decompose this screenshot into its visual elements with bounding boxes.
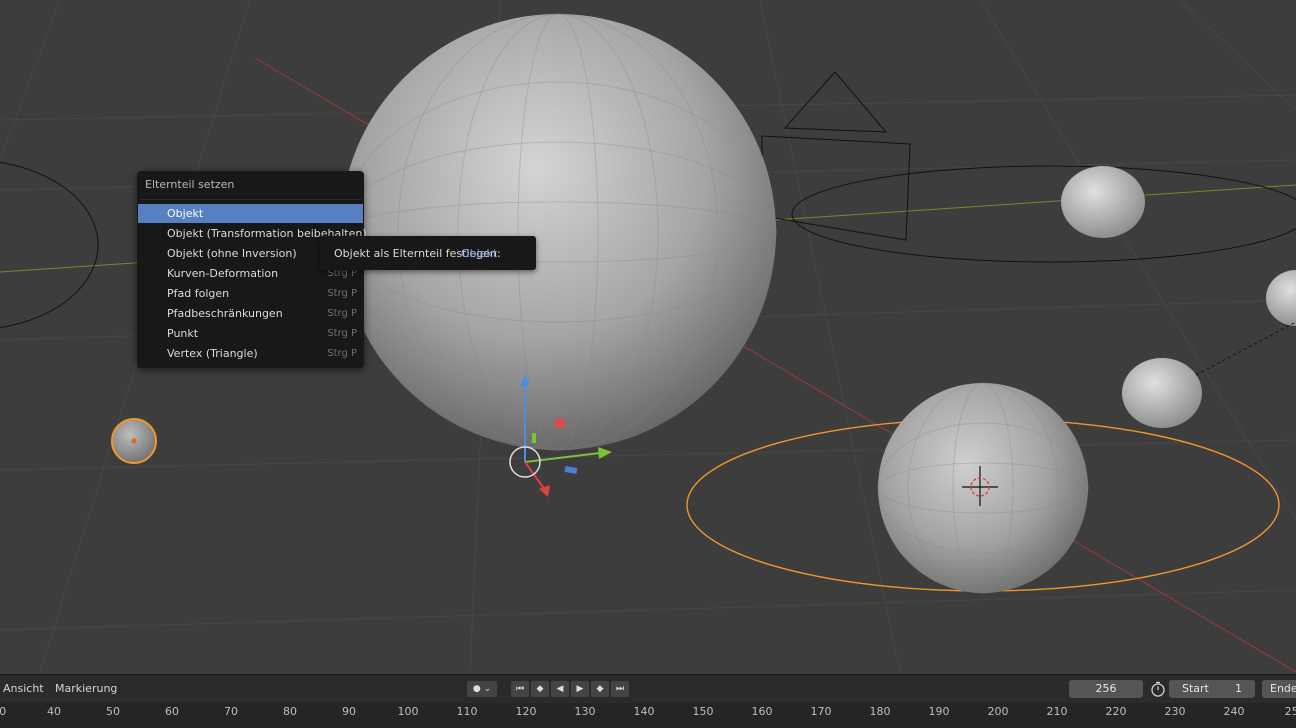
menu-separator (139, 199, 362, 200)
menu-item-shortcut: Strg P (327, 288, 357, 299)
menu-item-follow-path[interactable]: Pfad folgen Strg P (138, 284, 363, 303)
menu-item-label: Kurven-Deformation (167, 267, 279, 280)
menu-item-label: Pfadbeschränkungen (167, 307, 283, 320)
menu-item-label: Vertex (Triangle) (167, 347, 258, 360)
record-button[interactable]: ● ⌄ (467, 681, 497, 697)
jump-end-button[interactable]: ⏭ (611, 681, 629, 697)
medium-sphere (878, 383, 1088, 593)
tooltip-value: Objekt (461, 247, 498, 260)
ruler-tick-label: 80 (283, 705, 297, 718)
small-sphere-2 (1122, 358, 1202, 428)
ruler-tick-label: 220 (1105, 705, 1127, 718)
ruler-tick-label: 140 (633, 705, 655, 718)
ruler-tick-label: 120 (515, 705, 537, 718)
menu-title: Elternteil setzen (145, 178, 235, 191)
start-frame-field[interactable]: Start 1 (1169, 680, 1255, 698)
ruler-tick-label: 60 (165, 705, 179, 718)
menu-item-label: Objekt (ohne Inversion) (167, 247, 297, 260)
ruler-tick-label: 180 (869, 705, 891, 718)
jump-end-icon: ⏭ (615, 684, 625, 694)
menu-item-label: Pfad folgen (167, 287, 230, 300)
ruler-tick-label: 40 (47, 705, 61, 718)
ruler-tick-label: 110 (456, 705, 478, 718)
ruler-tick-label: 170 (810, 705, 832, 718)
ruler-tick-label: 30 (0, 705, 7, 718)
ruler-tick-label: 70 (224, 705, 238, 718)
jump-start-icon: ⏮ (515, 684, 525, 694)
ruler-tick-label: 250 (1284, 705, 1296, 718)
play-icon: ▶ (576, 684, 584, 694)
next-keyframe-icon: ◆ (596, 684, 604, 694)
menu-item-shortcut: Strg P (327, 308, 357, 319)
next-keyframe-button[interactable]: ◆ (591, 681, 609, 697)
play-reverse-icon: ◀ (556, 684, 564, 694)
small-sphere-1 (1061, 166, 1145, 238)
current-frame-field[interactable]: 256 (1069, 680, 1143, 698)
ruler-tick-label: 240 (1223, 705, 1245, 718)
play-button[interactable]: ▶ (571, 681, 589, 697)
ruler-tick-label: 200 (987, 705, 1009, 718)
prev-keyframe-icon: ◆ (536, 684, 544, 694)
end-frame-field[interactable]: Ende (1262, 680, 1296, 698)
ruler-tick-label: 210 (1046, 705, 1068, 718)
prev-keyframe-button[interactable]: ◆ (531, 681, 549, 697)
start-value: 1 (1235, 682, 1242, 695)
clock-icon[interactable] (1150, 681, 1166, 697)
menu-item-shortcut: Strg P (327, 348, 357, 359)
record-icon: ● ⌄ (472, 684, 492, 694)
menu-item-vertex-triangle[interactable]: Vertex (Triangle) Strg P (138, 344, 363, 363)
ruler-tick-label: 160 (751, 705, 773, 718)
timeline-header: Ansicht Markierung ● ⌄ ⏮ ◆ ◀ ▶ ◆ ⏭ 256 S… (0, 674, 1296, 703)
ruler-tick-label: 190 (928, 705, 950, 718)
ruler-tick-label: 100 (397, 705, 419, 718)
jump-start-button[interactable]: ⏮ (511, 681, 529, 697)
start-label: Start (1182, 682, 1209, 695)
menu-item-object[interactable]: Objekt (138, 204, 363, 223)
menu-item-label: Punkt (167, 327, 199, 340)
play-reverse-button[interactable]: ◀ (551, 681, 569, 697)
large-sphere (340, 14, 776, 450)
menu-item-point[interactable]: Punkt Strg P (138, 324, 363, 343)
ruler-tick-label: 50 (106, 705, 120, 718)
marker-menu[interactable]: Markierung (55, 682, 117, 695)
ruler-tick-label: 130 (574, 705, 596, 718)
timeline-ruler[interactable]: 30 40 50 60 70 80 90 100 110 120 130 140 150 160 170 18… (0, 703, 1296, 728)
menu-item-shortcut: Strg P (327, 328, 357, 339)
menu-item-label: Objekt (167, 207, 204, 220)
end-label: Ende (1270, 682, 1296, 695)
menu-item-path-constraint[interactable]: Pfadbeschränkungen Strg P (138, 304, 363, 323)
ruler-tick-label: 90 (342, 705, 356, 718)
ruler-tick-label: 150 (692, 705, 714, 718)
tooltip: Objekt als Elternteil festlegen: Objekt (320, 236, 536, 270)
ruler-tick-label: 230 (1164, 705, 1186, 718)
view-menu[interactable]: Ansicht (3, 682, 44, 695)
